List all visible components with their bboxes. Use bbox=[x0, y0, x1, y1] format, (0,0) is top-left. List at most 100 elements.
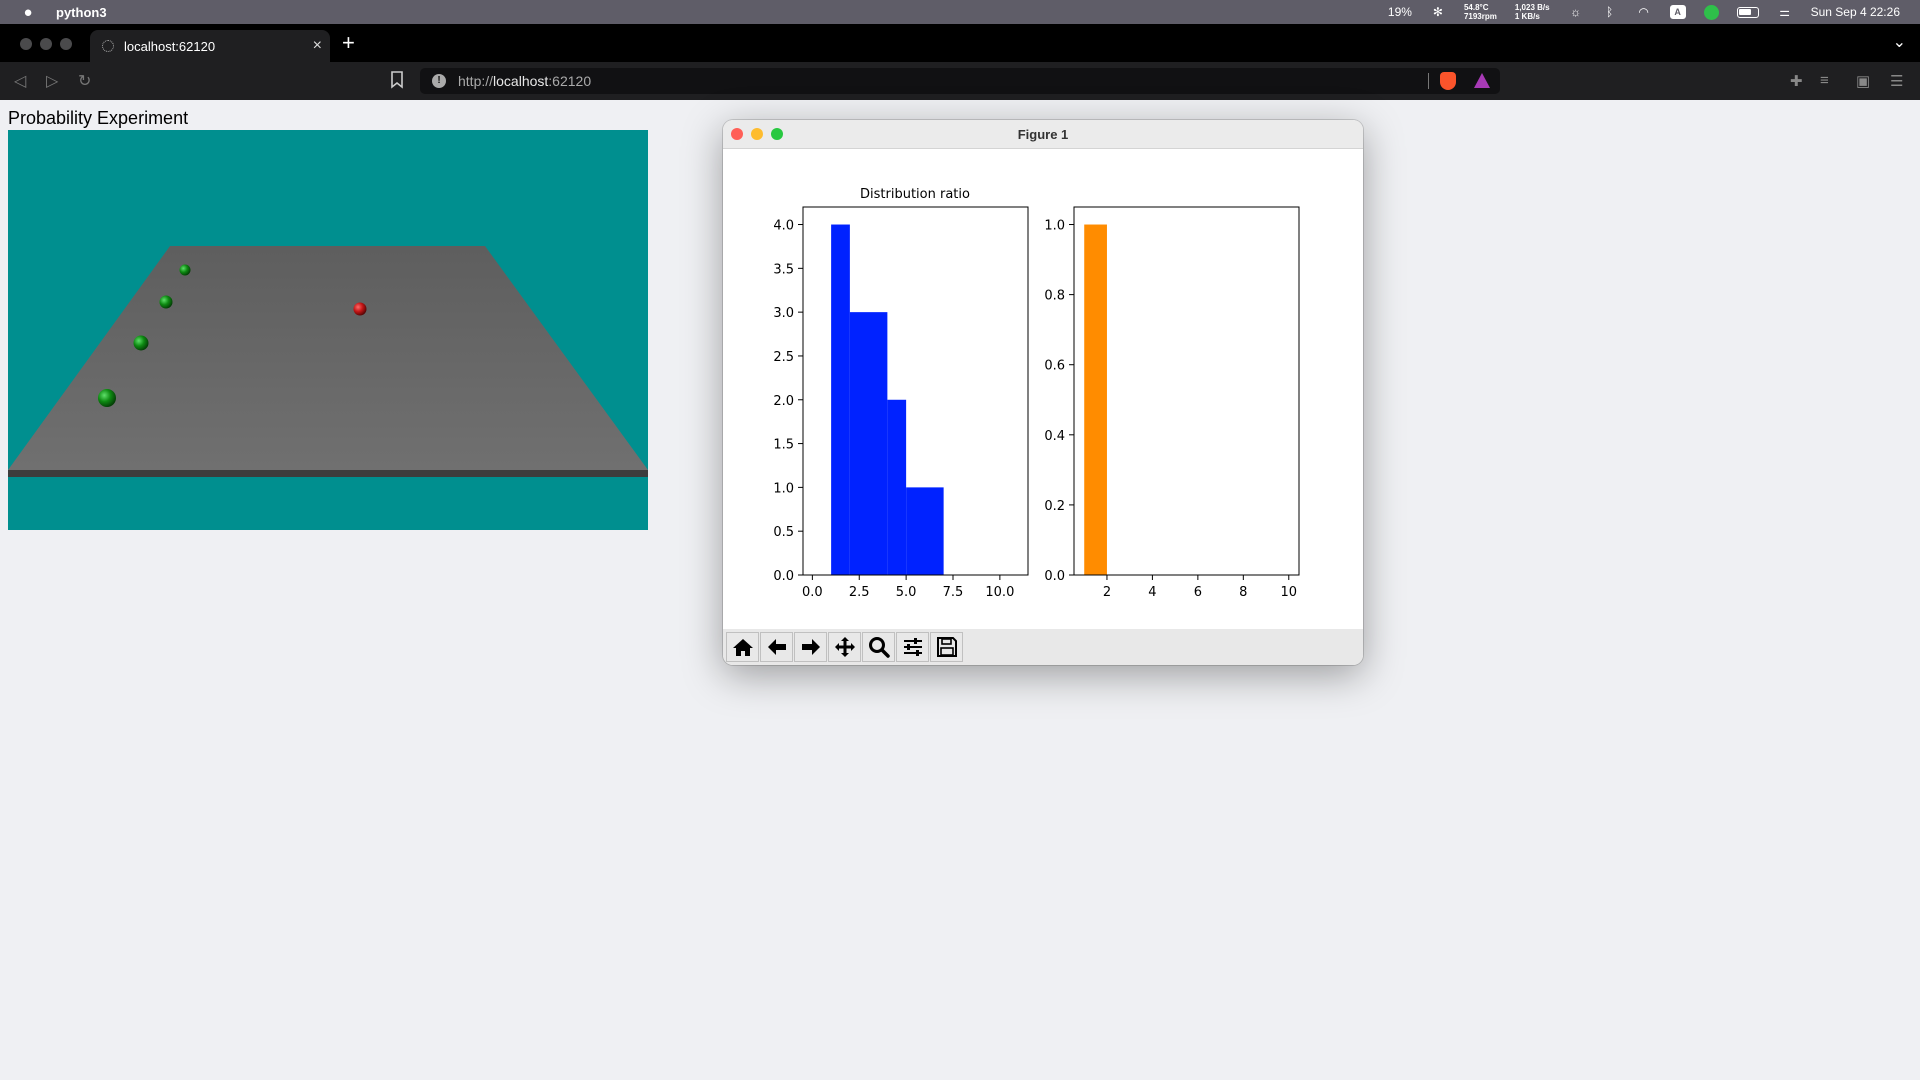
green-ball bbox=[179, 264, 191, 276]
histogram-bar bbox=[906, 487, 944, 575]
figure-toolbar bbox=[723, 629, 1363, 665]
x-tick-label: 10.0 bbox=[985, 585, 1014, 600]
bluetooth-icon[interactable]: ᛒ bbox=[1602, 5, 1618, 19]
battery-icon[interactable] bbox=[1736, 6, 1759, 18]
address-bar[interactable]: ! http:// localhost :62120 bbox=[420, 68, 1500, 94]
y-tick-label: 1.0 bbox=[773, 481, 794, 496]
green-ball bbox=[98, 389, 116, 407]
browser-tab[interactable]: localhost:62120 × bbox=[90, 30, 330, 62]
pan-button[interactable] bbox=[828, 632, 861, 662]
configure-button[interactable] bbox=[896, 632, 929, 662]
x-tick-label: 2 bbox=[1103, 585, 1111, 600]
menu-bar: ● python3 19% ✻ 54.8°C 7193rpm 1,023 B/s… bbox=[0, 0, 1920, 24]
tab-list-chevron-icon[interactable]: ⌄ bbox=[1893, 32, 1906, 52]
back-button[interactable] bbox=[760, 632, 793, 662]
tab-close-icon[interactable]: × bbox=[313, 38, 322, 54]
forward-icon[interactable]: ▷ bbox=[46, 71, 58, 91]
board-edge bbox=[8, 470, 648, 477]
browser-toolbar: ◁ ▷ ↻ ! http:// localhost :62120 ✚ ≡ ▣ ☰ bbox=[0, 62, 1920, 100]
save-icon bbox=[936, 637, 957, 657]
reload-icon[interactable]: ↻ bbox=[78, 71, 91, 91]
y-tick-label: 2.5 bbox=[773, 350, 794, 365]
tab-loading-icon bbox=[102, 40, 114, 52]
zoom-button[interactable] bbox=[862, 632, 895, 662]
x-tick-label: 5.0 bbox=[896, 585, 917, 600]
window-zoom-button[interactable] bbox=[60, 38, 72, 50]
y-tick-label: 0.0 bbox=[1044, 569, 1065, 584]
back-icon[interactable]: ◁ bbox=[14, 71, 26, 91]
y-tick-label: 0.8 bbox=[1044, 289, 1065, 304]
window-close-button[interactable] bbox=[20, 38, 32, 50]
y-tick-label: 3.0 bbox=[773, 306, 794, 321]
y-tick-label: 4.0 bbox=[773, 219, 794, 234]
brave-rewards-icon[interactable] bbox=[1474, 73, 1490, 88]
histogram-bar bbox=[849, 312, 888, 575]
subplot-distribution: 0.0 2.5 5.0 7.5 10.0 0.0 0.5 1.0 1.5 2.0 2.5 3.0 3.5… bbox=[773, 187, 1029, 600]
figure-canvas[interactable]: 0.0 2.5 5.0 7.5 10.0 0.0 0.5 1.0 1.5 2.0 2.5 3.0 3.5… bbox=[723, 149, 1363, 629]
x-tick-label: 6 bbox=[1194, 585, 1202, 600]
control-center-icon[interactable]: ⚌ bbox=[1777, 5, 1793, 19]
wifi-icon[interactable]: ◠ bbox=[1636, 5, 1652, 19]
new-tab-icon[interactable]: + bbox=[342, 32, 355, 54]
figure-title-bar[interactable]: Figure 1 bbox=[723, 120, 1363, 149]
browser-tab-bar: localhost:62120 × + ⌄ bbox=[0, 24, 1920, 62]
divider bbox=[1428, 73, 1429, 89]
x-tick-label: 2.5 bbox=[849, 585, 870, 600]
app-name[interactable]: python3 bbox=[56, 5, 107, 20]
net-down: 1 KB/s bbox=[1514, 12, 1540, 21]
histogram-bar bbox=[887, 399, 907, 575]
battery-percent[interactable]: 19% bbox=[1388, 5, 1412, 19]
tab-title: localhost:62120 bbox=[124, 38, 216, 54]
chart-title: Distribution ratio bbox=[860, 187, 970, 202]
forward-icon bbox=[801, 639, 820, 655]
x-tick-label: 4 bbox=[1148, 585, 1156, 600]
wallet-icon[interactable]: ▣ bbox=[1856, 72, 1870, 90]
brave-shields-icon[interactable] bbox=[1440, 72, 1456, 90]
apple-menu-icon[interactable]: ● bbox=[20, 4, 36, 21]
pan-icon bbox=[834, 637, 855, 657]
back-icon bbox=[767, 639, 786, 655]
histogram-bar bbox=[1084, 224, 1107, 575]
y-tick-label: 1.5 bbox=[773, 438, 794, 453]
line-app-icon[interactable] bbox=[1703, 4, 1719, 20]
url-host: localhost bbox=[493, 73, 549, 89]
x-tick-label: 8 bbox=[1239, 585, 1247, 600]
y-tick-label: 2.0 bbox=[773, 394, 794, 409]
histogram-bar bbox=[831, 224, 850, 575]
y-tick-label: 3.5 bbox=[773, 262, 794, 277]
y-tick-label: 0.0 bbox=[773, 569, 794, 584]
site-info-icon[interactable]: ! bbox=[432, 74, 446, 88]
red-ball bbox=[353, 302, 367, 316]
green-ball bbox=[133, 335, 149, 351]
green-ball bbox=[159, 295, 173, 309]
brightness-icon[interactable]: ☼ bbox=[1568, 5, 1584, 19]
save-button[interactable] bbox=[930, 632, 963, 662]
configure-icon bbox=[903, 638, 922, 656]
bookmark-icon[interactable] bbox=[390, 71, 404, 89]
forward-button[interactable] bbox=[794, 632, 827, 662]
input-source-icon[interactable]: A bbox=[1669, 5, 1686, 19]
cpu-temp: 54.8°C bbox=[1463, 3, 1489, 12]
fan-icon[interactable]: ✻ bbox=[1430, 5, 1446, 19]
board-surface bbox=[8, 246, 648, 470]
url-port: :62120 bbox=[548, 73, 592, 89]
figure-title: Figure 1 bbox=[1017, 127, 1069, 142]
zoom-icon bbox=[868, 637, 890, 658]
menu-icon[interactable]: ☰ bbox=[1890, 72, 1903, 90]
3d-scene-canvas[interactable] bbox=[8, 130, 648, 530]
network-readout[interactable]: 1,023 B/s 1 KB/s bbox=[1515, 3, 1550, 21]
y-tick-label: 0.5 bbox=[773, 525, 794, 540]
sensor-readout[interactable]: 54.8°C 7193rpm bbox=[1464, 3, 1497, 21]
home-icon bbox=[732, 639, 753, 656]
y-tick-label: 1.0 bbox=[1044, 219, 1065, 234]
scene-render bbox=[8, 246, 648, 477]
extensions-icon[interactable]: ✚ bbox=[1790, 72, 1803, 90]
fan-speed: 7193rpm bbox=[1463, 12, 1497, 21]
home-button[interactable] bbox=[726, 632, 759, 662]
playlist-icon[interactable]: ≡ bbox=[1820, 72, 1829, 89]
clock[interactable]: Sun Sep 4 22:26 bbox=[1811, 5, 1900, 19]
y-tick-label: 0.2 bbox=[1044, 499, 1065, 514]
net-up: 1,023 B/s bbox=[1514, 3, 1550, 12]
url-scheme: http:// bbox=[458, 73, 494, 89]
window-minimize-button[interactable] bbox=[40, 38, 52, 50]
